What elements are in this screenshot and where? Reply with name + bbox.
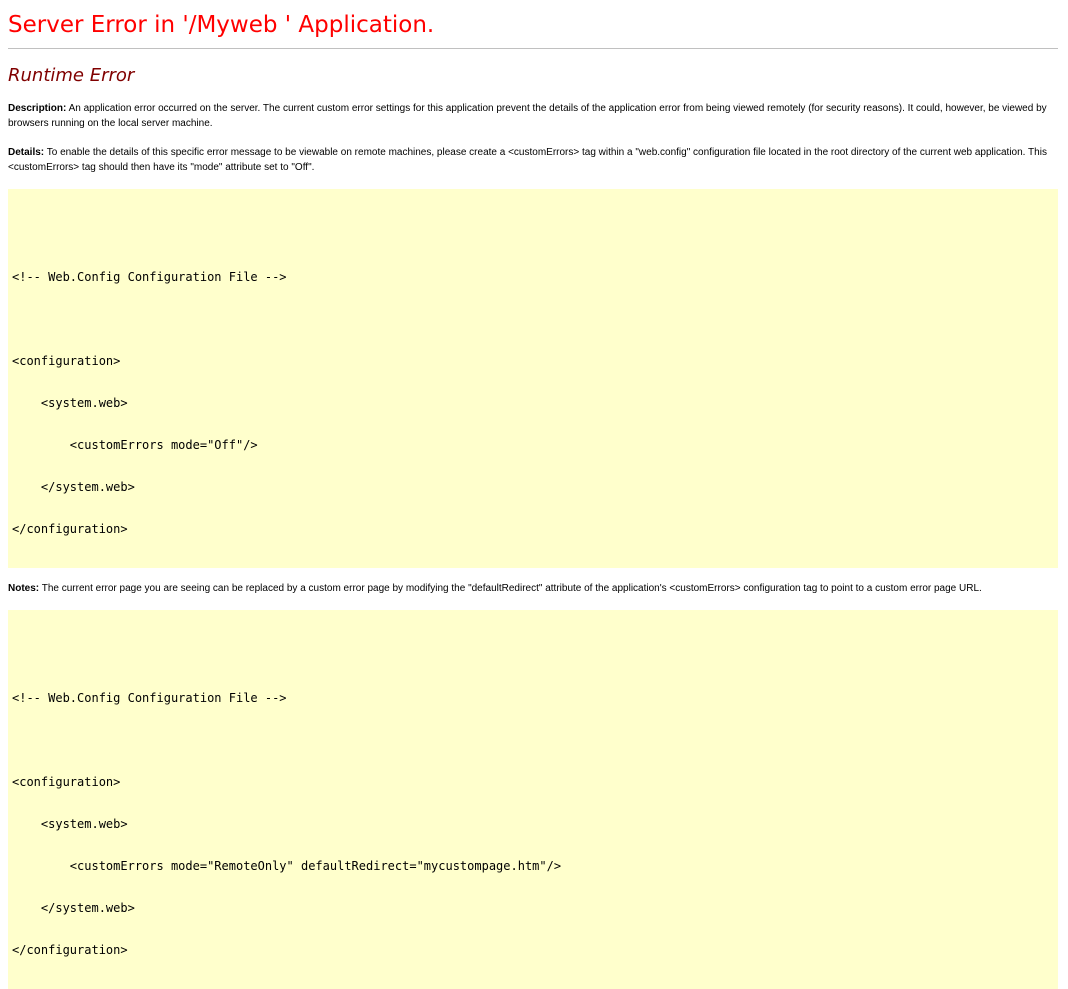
notes-text: The current error page you are seeing ca… [39, 583, 982, 594]
description-text: An application error occurred on the ser… [8, 103, 1047, 129]
details-paragraph: Details: To enable the details of this s… [8, 145, 1056, 175]
code-line: <customErrors mode="RemoteOnly" defaultR… [12, 859, 562, 873]
details-text: To enable the details of this specific e… [8, 147, 1047, 173]
divider [8, 48, 1058, 49]
code-line: <configuration> [12, 354, 121, 368]
code-line: <!-- Web.Config Configuration File --> [12, 691, 287, 705]
code-line: </system.web> [12, 901, 135, 915]
notes-label: Notes: [8, 583, 40, 594]
code-line: <configuration> [12, 775, 121, 789]
config-code-block-off: <!-- Web.Config Configuration File --> <… [8, 189, 1058, 568]
code-line: <system.web> [12, 396, 128, 410]
code-line: </configuration> [12, 522, 128, 536]
code-line: <customErrors mode="Off"/> [12, 438, 258, 452]
error-page: Server Error in '/Myweb ' Application. R… [8, 0, 1058, 989]
description-label: Description: [8, 103, 67, 114]
config-code-block-remoteonly: <!-- Web.Config Configuration File --> <… [8, 610, 1058, 989]
code-line: <system.web> [12, 817, 128, 831]
error-type-heading: Runtime Error [8, 65, 135, 86]
code-line: <!-- Web.Config Configuration File --> [12, 270, 287, 284]
code-line: </configuration> [12, 943, 128, 957]
description-paragraph: Description: An application error occurr… [8, 101, 1056, 131]
code-line: </system.web> [12, 480, 135, 494]
notes-paragraph: Notes: The current error page you are se… [8, 581, 1056, 596]
page-title: Server Error in '/Myweb ' Application. [8, 12, 435, 38]
details-label: Details: [8, 147, 45, 158]
